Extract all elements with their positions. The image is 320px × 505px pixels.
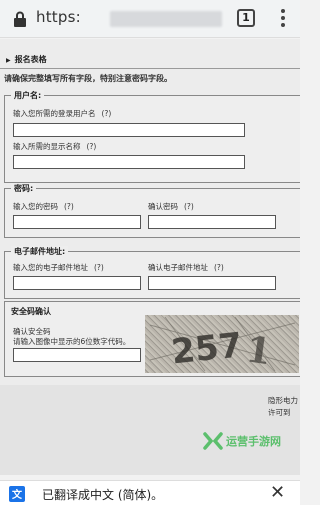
password-label: 输入您的密码 (?) [13, 201, 74, 212]
side-note: 隐形电力 许可到 [268, 395, 298, 419]
section-header[interactable]: ▶ 报名表格 [0, 51, 300, 69]
confirm-email-label: 确认电子邮件地址 (?) [148, 262, 224, 273]
confirm-password-label: 确认密码 (?) [148, 201, 194, 212]
username-legend: 用户名: [11, 90, 45, 101]
login-username-label-text: 输入您所需的登录用户名 [13, 109, 96, 118]
display-name-label-text: 输入所需的显示名称 [13, 142, 81, 151]
captcha-fieldset: 安全码确认 确认安全码 请输入图像中显示的6位数字代码。 257 1 [4, 301, 300, 377]
form-instruction: 请确保完整填写所有字段，特别注意密码字段。 [4, 74, 172, 83]
url-blurred-region [110, 11, 222, 27]
translate-message: 已翻译成中文 (简体)。 [42, 488, 164, 502]
username-fieldset: 用户名: 输入您所需的登录用户名 (?) 输入所需的显示名称 (?) [4, 90, 300, 183]
display-name-help-link[interactable]: (?) [87, 142, 97, 151]
login-username-label: 输入您所需的登录用户名 (?) [13, 108, 111, 119]
password-help-link[interactable]: (?) [64, 202, 74, 211]
confirm-email-label-text: 确认电子邮件地址 [148, 263, 208, 272]
confirm-password-input[interactable] [148, 215, 276, 229]
email-input[interactable] [13, 276, 141, 290]
display-name-label: 输入所需的显示名称 (?) [13, 141, 96, 152]
email-help-link[interactable]: (?) [94, 263, 104, 272]
tab-switcher-button[interactable]: 1 [237, 9, 255, 27]
confirm-password-label-text: 确认密码 [148, 202, 178, 211]
confirm-email-help-link[interactable]: (?) [214, 263, 224, 272]
password-legend: 密码: [11, 183, 37, 194]
watermark: 运营手游网 [202, 430, 281, 452]
close-icon[interactable]: ✕ [270, 482, 285, 503]
login-username-help-link[interactable]: (?) [102, 109, 112, 118]
email-label: 输入您的电子邮件地址 (?) [13, 262, 104, 273]
password-fieldset: 密码: 输入您的密码 (?) 确认密码 (?) [4, 183, 300, 238]
translate-bar: 文 已翻译成中文 (简体)。 ✕ [0, 480, 300, 505]
password-input[interactable] [13, 215, 141, 229]
translate-icon[interactable]: 文 [9, 486, 25, 502]
side-note-line2: 许可到 [268, 408, 291, 417]
section-title: 报名表格 [14, 55, 47, 64]
url-text[interactable]: https: [36, 8, 81, 26]
email-legend: 电子邮件地址: [11, 246, 69, 257]
confirm-password-help-link[interactable]: (?) [184, 202, 194, 211]
lock-icon[interactable] [13, 11, 27, 27]
captcha-input[interactable] [13, 348, 141, 362]
watermark-text: 运营手游网 [226, 435, 281, 448]
side-note-line1: 隐形电力 [268, 396, 298, 405]
captcha-image: 257 1 [145, 315, 299, 373]
captcha-legend: 安全码确认 [11, 307, 51, 316]
email-fieldset: 电子邮件地址: 输入您的电子邮件地址 (?) 确认电子邮件地址 (?) [4, 246, 300, 299]
svg-text:文: 文 [12, 488, 23, 501]
password-label-text: 输入您的密码 [13, 202, 58, 211]
triangle-right-icon: ▶ [6, 57, 11, 64]
display-name-input[interactable] [13, 155, 245, 169]
more-menu-icon[interactable] [280, 9, 286, 29]
confirm-email-input[interactable] [148, 276, 276, 290]
browser-toolbar: https: 1 [0, 0, 300, 38]
watermark-logo-icon [203, 432, 223, 450]
login-username-input[interactable] [13, 123, 245, 137]
svg-text:257: 257 [169, 325, 244, 372]
email-label-text: 输入您的电子邮件地址 [13, 263, 88, 272]
captcha-label-line2: 请输入图像中显示的6位数字代码。 [13, 337, 131, 346]
page-content: ▶ 报名表格 请确保完整填写所有字段，特别注意密码字段。 用户名: 输入您所需的登… [0, 39, 300, 475]
